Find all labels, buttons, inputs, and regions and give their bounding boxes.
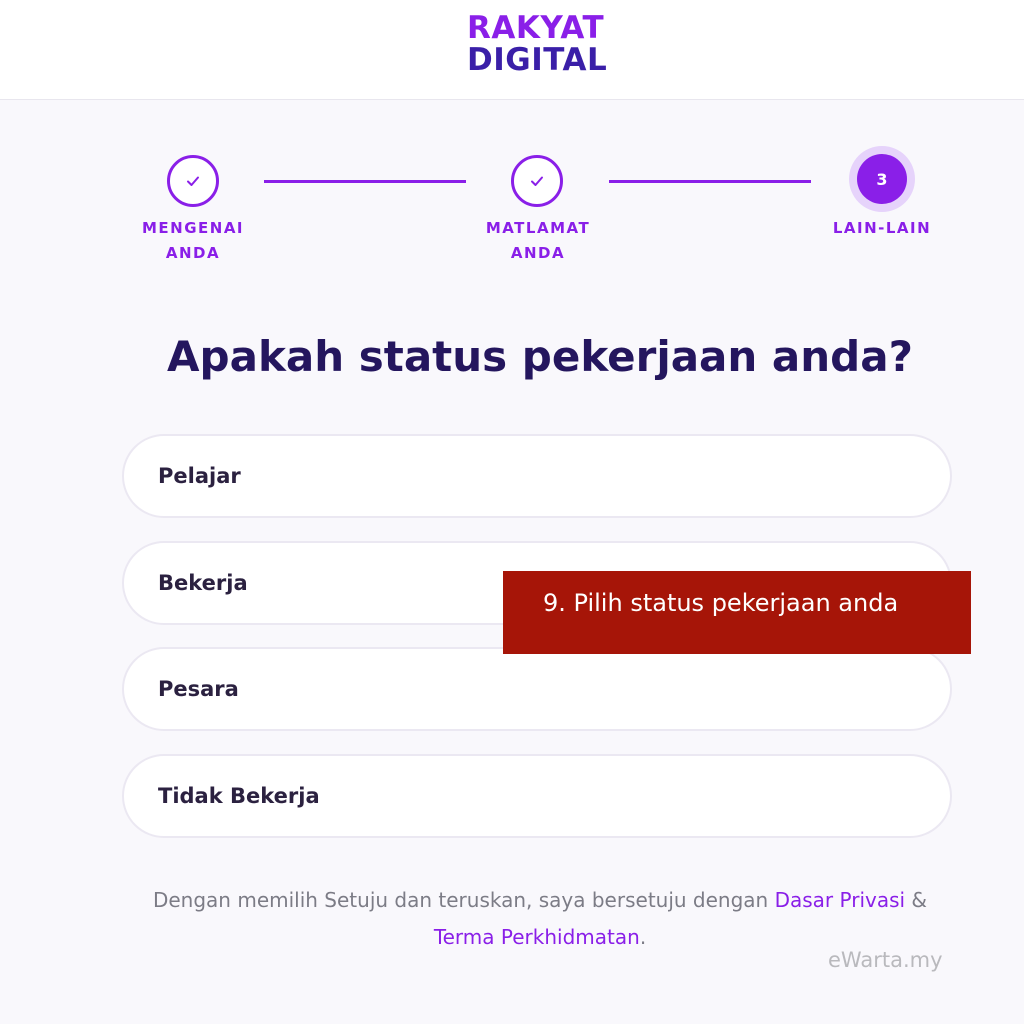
option-label: Bekerja [158,571,248,595]
step-connector-2 [609,180,811,183]
privacy-policy-link[interactable]: Dasar Privasi [775,888,905,912]
step-connector-1 [264,180,466,183]
option-pesara[interactable]: Pesara [122,647,952,731]
step-2-check-circle [511,155,563,207]
check-icon [187,176,199,186]
step-3-number: 3 [857,154,907,204]
check-icon [531,176,543,186]
step-1-label-line2: ANDA [165,244,221,262]
rakyat-digital-logo[interactable]: RAKYAT DIGITAL [467,12,612,76]
option-label: Tidak Bekerja [158,784,320,808]
option-tidak-bekerja[interactable]: Tidak Bekerja [122,754,952,838]
consent-text: Dengan memilih Setuju dan teruskan, saya… [110,882,970,956]
instruction-callout: 9. Pilih status pekerjaan anda [503,571,971,654]
step-1-check-circle [167,155,219,207]
step-3-label-line1: LAIN-LAIN [832,219,932,237]
option-label: Pelajar [158,464,241,488]
page-question: Apakah status pekerjaan anda? [167,332,913,381]
logo-line-1: RAKYAT [467,10,605,46]
step-3-current: 3 [849,146,915,212]
watermark: eWarta.my [828,948,943,972]
header: RAKYAT DIGITAL [0,0,1024,100]
step-1-label-line1: MENGENAI [141,219,245,237]
step-1-label: MENGENAI ANDA [103,216,283,266]
logo-line-2: DIGITAL [467,42,608,78]
consent-ampersand: & [905,888,928,912]
step-2-label-line2: ANDA [510,244,566,262]
consent-period: . [639,925,647,949]
step-3-label: LAIN-LAIN [792,216,972,241]
option-label: Pesara [158,677,239,701]
step-2-label: MATLAMAT ANDA [448,216,628,266]
terms-of-service-link[interactable]: Terma Perkhidmatan [434,925,640,949]
step-2-label-line1: MATLAMAT [485,219,591,237]
option-pelajar[interactable]: Pelajar [122,434,952,518]
consent-text-body: Dengan memilih Setuju dan teruskan, saya… [152,888,775,912]
